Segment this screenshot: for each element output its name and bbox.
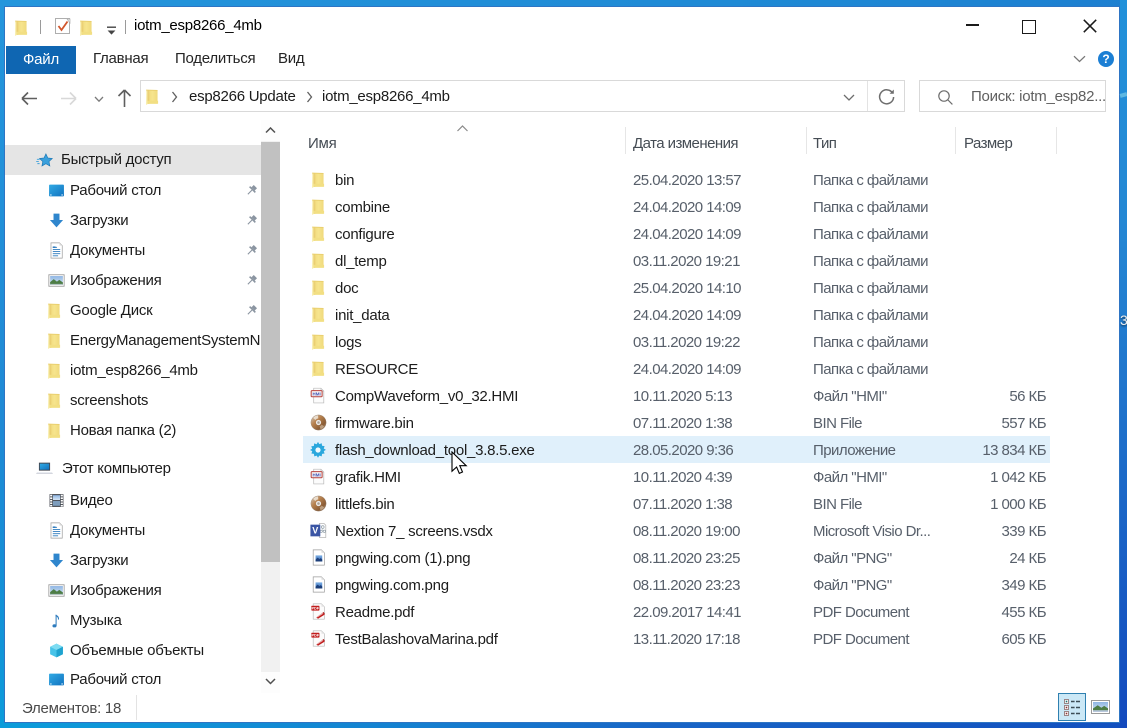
svg-text:PDF: PDF [311, 607, 319, 611]
svg-text:HMI: HMI [312, 392, 320, 397]
svg-text:PDF: PDF [311, 634, 319, 638]
svg-text:V: V [312, 526, 318, 536]
svg-text:HMI: HMI [312, 473, 320, 478]
